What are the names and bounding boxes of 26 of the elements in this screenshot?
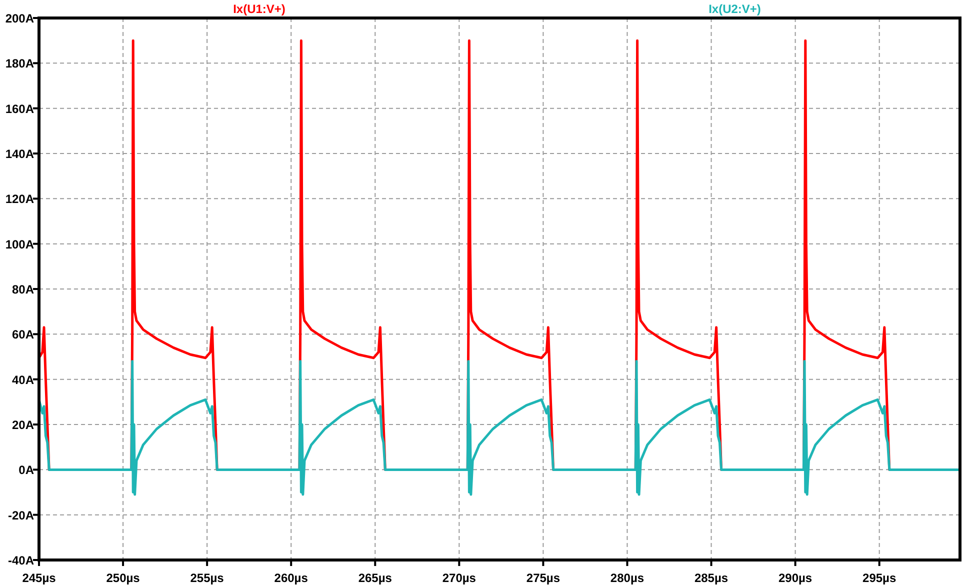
y-tick-label: 120A	[5, 192, 34, 206]
x-tick-label: 260µs	[274, 571, 308, 585]
legend-label: Ix(U2:V+)	[708, 2, 761, 16]
y-tick-label: 80A	[12, 282, 34, 296]
legend-label: Ix(U1:V+)	[233, 2, 286, 16]
x-tick-label: 285µs	[694, 571, 728, 585]
x-tick-label: 290µs	[778, 571, 812, 585]
x-tick-label: 265µs	[358, 571, 392, 585]
x-tick-label: 295µs	[862, 571, 896, 585]
x-tick-label: 245µs	[22, 571, 56, 585]
y-tick-label: 200A	[5, 12, 34, 26]
y-tick-label: 60A	[12, 328, 34, 342]
x-tick-label: 280µs	[610, 571, 644, 585]
y-tick-label: 0A	[18, 463, 34, 478]
y-tick-label: 40A	[12, 372, 34, 387]
y-tick-label: 20A	[12, 418, 34, 432]
y-tick-label: 140A	[5, 147, 34, 161]
y-tick-label: -20A	[8, 508, 34, 522]
x-tick-label: 270µs	[442, 571, 476, 585]
y-tick-label: -40A	[8, 554, 34, 568]
x-tick-label: 250µs	[106, 571, 140, 585]
x-tick-label: 255µs	[190, 571, 224, 585]
y-tick-label: 180A	[5, 56, 34, 71]
y-tick-label: 100A	[5, 237, 34, 252]
x-tick-label: 275µs	[526, 571, 560, 585]
y-tick-label: 160A	[5, 102, 34, 116]
